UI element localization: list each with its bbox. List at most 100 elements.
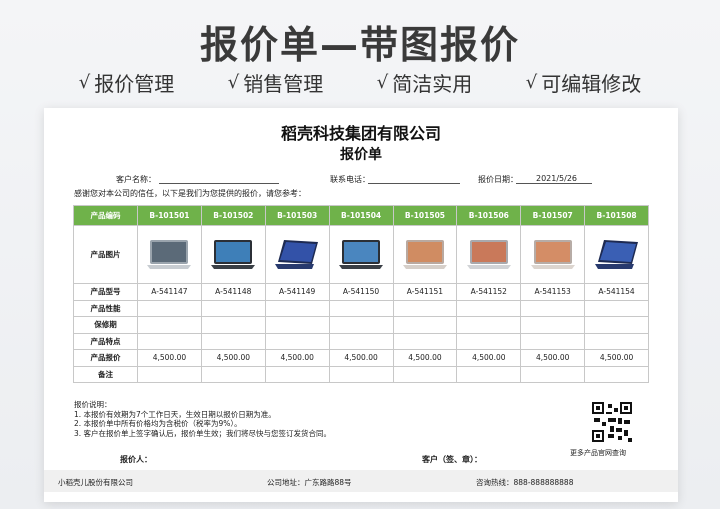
empty-cell (328, 332, 394, 350)
empty-cell (200, 299, 266, 317)
quotation-table: 产品编码 B-101501 B-101502 B-101503 B-101504… (73, 205, 649, 383)
laptop-icon (530, 239, 575, 269)
model-cell: A-541150 (328, 283, 394, 301)
row-label: 产品型号 (73, 283, 138, 301)
empty-cell (392, 332, 458, 350)
product-image-cell (392, 225, 458, 284)
note-line: 1. 本报价有效期为7个工作日天，生效日期以报价日期为准。 (74, 409, 276, 419)
date-underline (516, 183, 592, 184)
company-name: 稻壳科技集团有限公司 (280, 124, 441, 143)
check-icon: √ (525, 72, 538, 93)
product-code: B-101507 (520, 205, 586, 226)
check-icon: √ (78, 72, 91, 93)
customer-label: 客户名称： (116, 175, 156, 184)
laptop-icon (211, 239, 256, 269)
empty-cell (328, 316, 394, 334)
quote-notes: 报价说明： 1. 本报价有效期为7个工作日天，生效日期以报价日期为准。 2. 本… (74, 400, 331, 438)
intro-text: 感谢您对本公司的信任，以下是我们为您提供的报价，请您参考： (74, 189, 306, 198)
product-image-cell (200, 225, 266, 284)
price-cell: 4,500.00 (264, 349, 330, 367)
empty-cell (137, 332, 202, 350)
product-code: B-101503 (264, 205, 330, 226)
empty-cell (200, 365, 266, 383)
price-cell: 4,500.00 (328, 349, 394, 367)
product-code: B-101508 (584, 205, 649, 226)
table-row: 备注 (73, 365, 649, 383)
empty-cell (456, 365, 522, 383)
note-line: 2. 本报价单中所有价格均为含税价（税率为9%）。 (74, 419, 242, 428)
footer-company: 小稻壳儿股份有限公司 (58, 478, 133, 487)
table-row: 产品图片 (73, 225, 649, 284)
check-icon: √ (376, 72, 389, 93)
laptop-icon (466, 239, 511, 269)
empty-cell (200, 332, 266, 350)
model-cell: A-541153 (520, 283, 586, 301)
empty-cell (520, 332, 586, 350)
empty-cell (520, 316, 586, 334)
model-cell: A-541154 (584, 283, 649, 301)
empty-cell (264, 365, 330, 383)
table-row: 产品型号 A-541147 A-541148 A-541149 A-541150… (73, 283, 649, 301)
empty-cell (456, 332, 522, 350)
product-code: B-101506 (456, 205, 522, 226)
row-label: 备注 (73, 365, 138, 383)
empty-cell (584, 332, 649, 350)
price-cell: 4,500.00 (520, 349, 586, 367)
row-label: 保修期 (73, 316, 138, 334)
empty-cell (392, 299, 458, 317)
table-row: 保修期 (73, 316, 649, 334)
note-line: 3. 客户在报价单上签字确认后，报价单生效；我们将尽快与您签订发货合同。 (74, 428, 332, 438)
quoter-signature-label: 报价人： (120, 455, 152, 464)
phone-label: 联系电话： (330, 175, 370, 184)
empty-cell (520, 365, 586, 383)
header-label: 产品编码 (73, 205, 138, 226)
empty-cell (520, 299, 586, 317)
empty-cell (456, 316, 522, 334)
footer-address: 公司地址：广东路路88号 (267, 478, 352, 487)
table-row: 产品报价 4,500.00 4,500.00 4,500.00 4,500.00… (73, 349, 649, 367)
price-cell: 4,500.00 (200, 349, 266, 367)
model-cell: A-541152 (456, 283, 522, 301)
feature-item: √ 简洁实用 (376, 72, 473, 96)
date-value: 2021/5/26 (536, 174, 578, 183)
empty-cell (137, 365, 202, 383)
model-cell: A-541148 (200, 283, 266, 301)
price-cell: 4,500.00 (456, 349, 522, 367)
product-code: B-101501 (137, 205, 202, 226)
product-image-cell (264, 225, 330, 284)
date-label: 报价日期： (478, 175, 518, 184)
price-cell: 4,500.00 (584, 349, 649, 367)
notes-heading: 报价说明： (74, 400, 112, 409)
product-image-cell (520, 225, 586, 284)
qr-code-icon (592, 402, 632, 442)
laptop-icon (147, 239, 192, 269)
feature-item: √ 报价管理 (78, 72, 175, 96)
model-cell: A-541147 (137, 283, 202, 301)
table-row: 产品性能 (73, 299, 649, 317)
table-header-row: 产品编码 B-101501 B-101502 B-101503 B-101504… (73, 205, 649, 226)
feature-item: √ 销售管理 (227, 72, 324, 96)
customer-field[interactable] (159, 183, 279, 184)
price-cell: 4,500.00 (392, 349, 458, 367)
page-title: 报价单—带图报价 (199, 23, 520, 67)
sheet-footer: 小稻壳儿股份有限公司 公司地址：广东路路88号 咨询热线：888-8888888… (44, 470, 678, 492)
product-image-cell (584, 225, 649, 284)
product-code: B-101502 (200, 205, 266, 226)
quotation-sheet: 稻壳科技集团有限公司 报价单 客户名称： 联系电话： 报价日期： 2021/5/… (44, 108, 678, 502)
empty-cell (456, 299, 522, 317)
laptop-icon (402, 239, 447, 269)
empty-cell (328, 365, 394, 383)
row-label: 产品报价 (73, 349, 138, 367)
product-image-cell (137, 225, 202, 284)
product-code: B-101504 (328, 205, 394, 226)
phone-field[interactable] (368, 183, 460, 184)
product-image-cell (456, 225, 522, 284)
empty-cell (328, 299, 394, 317)
product-code: B-101505 (392, 205, 458, 226)
empty-cell (392, 365, 458, 383)
empty-cell (584, 365, 649, 383)
empty-cell (137, 299, 202, 317)
row-label: 产品性能 (73, 299, 138, 317)
qr-caption: 更多产品官网查询 (570, 449, 626, 457)
laptop-icon (594, 239, 638, 269)
